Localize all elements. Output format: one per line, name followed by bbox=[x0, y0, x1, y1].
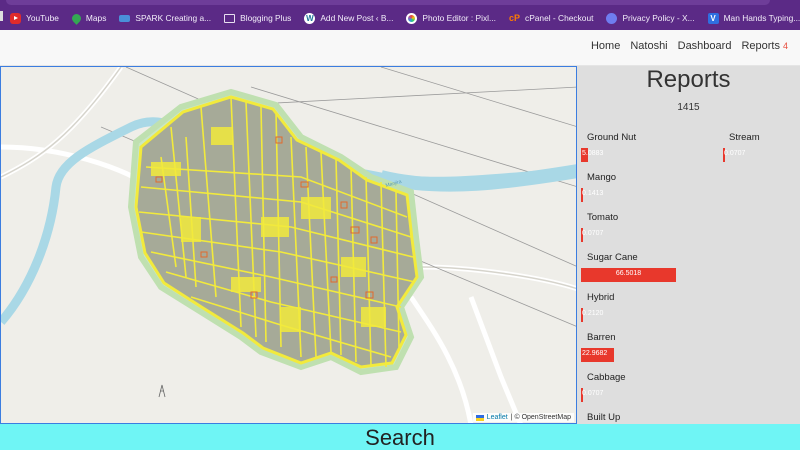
crop-percentage-value: 0.1413 bbox=[582, 190, 604, 197]
crop-report-item: Hybrid 0.2120 bbox=[581, 292, 615, 322]
crop-percentage-value: 0.0707 bbox=[724, 150, 746, 157]
crop-name: Hybrid bbox=[587, 292, 615, 303]
bookmark-youtube[interactable]: YouTube bbox=[10, 12, 59, 24]
spark-icon bbox=[119, 14, 131, 22]
bookmark-spark[interactable]: SPARK Creating a... bbox=[119, 13, 211, 23]
crop-name: Barren bbox=[587, 332, 616, 343]
crop-bar-track: 0.0707 bbox=[723, 148, 760, 162]
leaflet-link[interactable]: Leaflet bbox=[487, 414, 508, 421]
crop-percentage-value: 22.9682 bbox=[582, 350, 608, 357]
crop-name: Sugar Cane bbox=[587, 252, 638, 263]
top-navbar: Home Natoshi Dashboard Reports 4 bbox=[0, 30, 800, 66]
crop-percentage-value: 0.0707 bbox=[582, 230, 604, 237]
bookmark-cpanel[interactable]: cP cPanel - Checkout bbox=[509, 13, 593, 23]
crop-name: Stream bbox=[729, 132, 760, 143]
crop-bar-track: 0.1413 bbox=[581, 188, 616, 202]
crop-report-item: Tomato 0.0707 bbox=[581, 212, 619, 242]
reports-panel: Reports 1415 Ground Nut 5.0883 Stream 0.070… bbox=[577, 66, 800, 424]
wordpress-icon: W bbox=[304, 12, 316, 24]
photo-editor-icon bbox=[406, 12, 418, 24]
leaflet-map[interactable]: Manjira Leaflet | © OpenStreetMap bbox=[0, 66, 577, 424]
browser-toolbar-edge bbox=[6, 0, 770, 5]
crop-bar-track: 5.0883 bbox=[581, 148, 636, 162]
crop-report-item: Sugar Cane 66.5018 bbox=[581, 252, 677, 282]
nav-dashboard[interactable]: Dashboard bbox=[678, 40, 732, 52]
map-attribution: Leaflet | © OpenStreetMap bbox=[472, 413, 574, 422]
crop-bar-track: 0.2120 bbox=[581, 308, 614, 322]
nav-natoshi[interactable]: Natoshi bbox=[630, 40, 667, 52]
search-label: Search bbox=[365, 425, 435, 450]
bookmark-add-new-post[interactable]: W Add New Post ‹ B... bbox=[304, 12, 393, 24]
bookmark-overflow-edge bbox=[0, 11, 3, 21]
crop-report-item: Stream 0.0707 bbox=[723, 132, 760, 162]
crop-report-item: Cabbage 0.0707 bbox=[581, 372, 626, 402]
maps-icon bbox=[70, 11, 83, 25]
youtube-icon bbox=[10, 12, 21, 24]
cpanel-icon: cP bbox=[508, 13, 520, 23]
crop-report-item: Built Up4.8763 bbox=[587, 412, 620, 424]
crop-percentage-value: 0.0707 bbox=[582, 390, 604, 397]
ukraine-flag-icon bbox=[475, 414, 484, 421]
bookmark-folder-blogging-plus[interactable]: Blogging Plus bbox=[224, 13, 291, 23]
crop-name: Ground Nut bbox=[587, 132, 637, 143]
crop-report-item: Barren 22.9682 bbox=[581, 332, 616, 362]
crop-name: Mango bbox=[587, 172, 617, 183]
crop-percentage-value: 66.5018 bbox=[615, 270, 642, 277]
bookmarks-bar: YouTube Maps SPARK Creating a... Bloggin… bbox=[0, 0, 800, 30]
crop-percentage-value: 0.2120 bbox=[582, 310, 604, 317]
crop-bar-track: 0.0707 bbox=[581, 228, 618, 242]
bookmark-man-hands-typing[interactable]: V Man Hands Typing... bbox=[707, 12, 800, 24]
bookmark-maps[interactable]: Maps bbox=[70, 11, 106, 25]
reports-total: 1415 bbox=[677, 102, 700, 113]
crop-name: Tomato bbox=[587, 212, 619, 223]
privacy-icon bbox=[606, 12, 618, 24]
folder-icon bbox=[224, 13, 236, 23]
search-button[interactable]: Search bbox=[0, 424, 800, 450]
bookmark-privacy-policy[interactable]: Privacy Policy - X... bbox=[606, 12, 695, 24]
crop-report-item: Ground Nut 5.0883 bbox=[581, 132, 637, 162]
v-icon: V bbox=[707, 12, 719, 24]
crop-percentage-value: 5.0883 bbox=[582, 150, 604, 157]
crop-name: Cabbage bbox=[587, 372, 626, 383]
crop-bar-track: 0.0707 bbox=[581, 388, 626, 402]
crop-bar-track: 66.5018 bbox=[581, 268, 677, 282]
crop-bar-track: 22.9682 bbox=[581, 348, 616, 362]
bookmark-photo-editor[interactable]: Photo Editor : Pixl... bbox=[406, 12, 496, 24]
nav-reports[interactable]: Reports 4 bbox=[741, 40, 788, 52]
reports-title: Reports bbox=[646, 66, 731, 93]
tower-icon bbox=[158, 384, 166, 398]
map-canvas[interactable]: Manjira bbox=[1, 67, 577, 424]
crop-name: Built Up bbox=[587, 412, 621, 423]
reports-count-badge: 4 bbox=[782, 41, 788, 51]
nav-home[interactable]: Home bbox=[591, 40, 620, 52]
osm-attribution-text: | © OpenStreetMap bbox=[510, 414, 571, 421]
crop-report-item: Mango 0.1413 bbox=[581, 172, 617, 202]
